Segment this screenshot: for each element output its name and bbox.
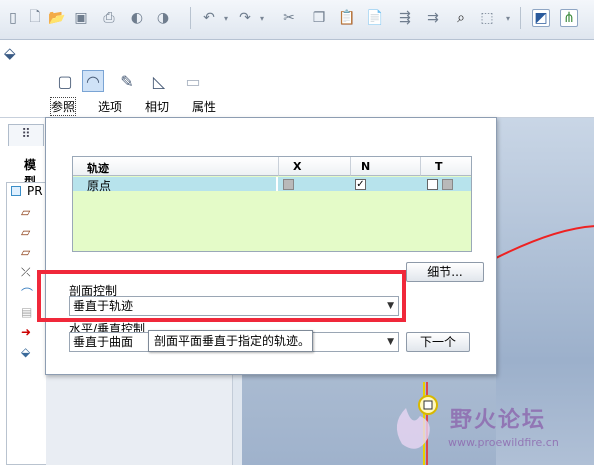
datum-display-icon[interactable]: ⋔ <box>560 9 578 27</box>
tab-tangency[interactable]: 相切 <box>145 98 169 115</box>
column-header-t: T <box>421 157 471 176</box>
table-row[interactable]: 原点 ✓ <box>73 177 471 193</box>
t-checkbox-secondary[interactable] <box>442 179 453 190</box>
display-style-icon[interactable]: ◩ <box>532 9 550 27</box>
find-icon[interactable]: ⌕ <box>452 9 470 27</box>
regen-manager-icon[interactable]: ⇉ <box>424 9 442 27</box>
new-file-icon[interactable]: 🗋 <box>26 9 44 27</box>
sketch-icon[interactable]: ✎ <box>116 70 138 92</box>
thicken-icon[interactable]: ▭ <box>182 70 204 92</box>
feature-dashboard: ⬙ ▢ ◠ ✎ ◺ ▭ 参照 选项 相切 属性 <box>0 40 594 118</box>
chevron-down-icon[interactable]: ▾ <box>222 9 230 27</box>
paste-special-icon[interactable]: 📄 <box>366 9 384 27</box>
model-tree-tab-icon[interactable]: ⠿ <box>8 124 44 146</box>
watermark: 野火论坛 www.proewildfire.cn <box>384 394 594 465</box>
cell-divider <box>276 177 278 191</box>
remove-material-icon[interactable]: ◺ <box>148 70 170 92</box>
trajectory-name: 原点 <box>87 179 112 193</box>
next-button[interactable]: 下一个 <box>406 332 470 352</box>
paste-icon[interactable]: 📋 <box>338 9 356 27</box>
model-tree: PR ▱ ▱ ▱ ⤫ ⌒ ▤ ➜ ⬙ <box>6 182 46 465</box>
toolbar-separator <box>520 7 521 29</box>
tree-root-label[interactable]: PR <box>27 184 43 198</box>
t-checkbox[interactable] <box>427 179 438 190</box>
disconnect-icon[interactable]: ◑ <box>154 9 172 27</box>
details-button[interactable]: 细节... <box>406 262 484 282</box>
undo-icon[interactable]: ↶ <box>200 9 218 27</box>
column-header-trajectory: 轨迹 <box>73 157 279 176</box>
tab-options[interactable]: 选项 <box>98 98 122 115</box>
part-icon <box>11 186 21 196</box>
regenerate-icon[interactable]: ⇶ <box>396 9 414 27</box>
x-checkbox[interactable] <box>283 179 294 190</box>
tab-references[interactable]: 参照 <box>49 97 77 116</box>
redo-icon[interactable]: ↷ <box>236 9 254 27</box>
chevron-down-icon[interactable]: ▾ <box>258 9 266 27</box>
copy-icon[interactable]: ❐ <box>310 9 328 27</box>
select-box-icon[interactable]: ⬚ <box>478 9 496 27</box>
n-checkbox[interactable]: ✓ <box>355 179 366 190</box>
save-icon[interactable]: ▣ <box>72 9 90 27</box>
watermark-url: www.proewildfire.cn <box>448 436 559 449</box>
new-file-icon[interactable]: ▯ <box>4 9 22 27</box>
surface-icon[interactable]: ◠ <box>82 70 104 92</box>
solid-icon[interactable]: ▢ <box>54 70 76 92</box>
panel-splitter[interactable] <box>232 372 242 465</box>
tooltip: 剖面平面垂直于指定的轨迹。 <box>148 330 313 352</box>
cut-icon[interactable]: ✂ <box>280 9 298 27</box>
chevron-down-icon[interactable]: ▼ <box>387 333 394 351</box>
open-icon[interactable]: 📂 <box>48 9 66 27</box>
toolbar-separator <box>190 7 191 29</box>
print-icon[interactable]: ⎙ <box>100 9 118 27</box>
connect-icon[interactable]: ◐ <box>128 9 146 27</box>
highlight-box <box>37 270 406 322</box>
trajectory-table: 轨迹 X N T 原点 ✓ <box>72 156 472 252</box>
hv-control-value: 垂直于曲面 <box>73 335 134 349</box>
chevron-down-icon[interactable]: ▾ <box>504 9 512 27</box>
sweep-feature-icon: ⬙ <box>4 44 16 62</box>
column-header-x: X <box>279 157 351 176</box>
watermark-title: 野火论坛 <box>450 408 547 433</box>
column-header-n: N <box>351 157 421 176</box>
tab-properties[interactable]: 属性 <box>192 98 216 115</box>
main-toolbar: ▯ 🗋 📂 ▣ ⎙ ◐ ◑ ↶ ▾ ↷ ▾ ✂ ❐ 📋 📄 ⇶ ⇉ ⌕ ⬚ ▾ … <box>0 0 594 40</box>
